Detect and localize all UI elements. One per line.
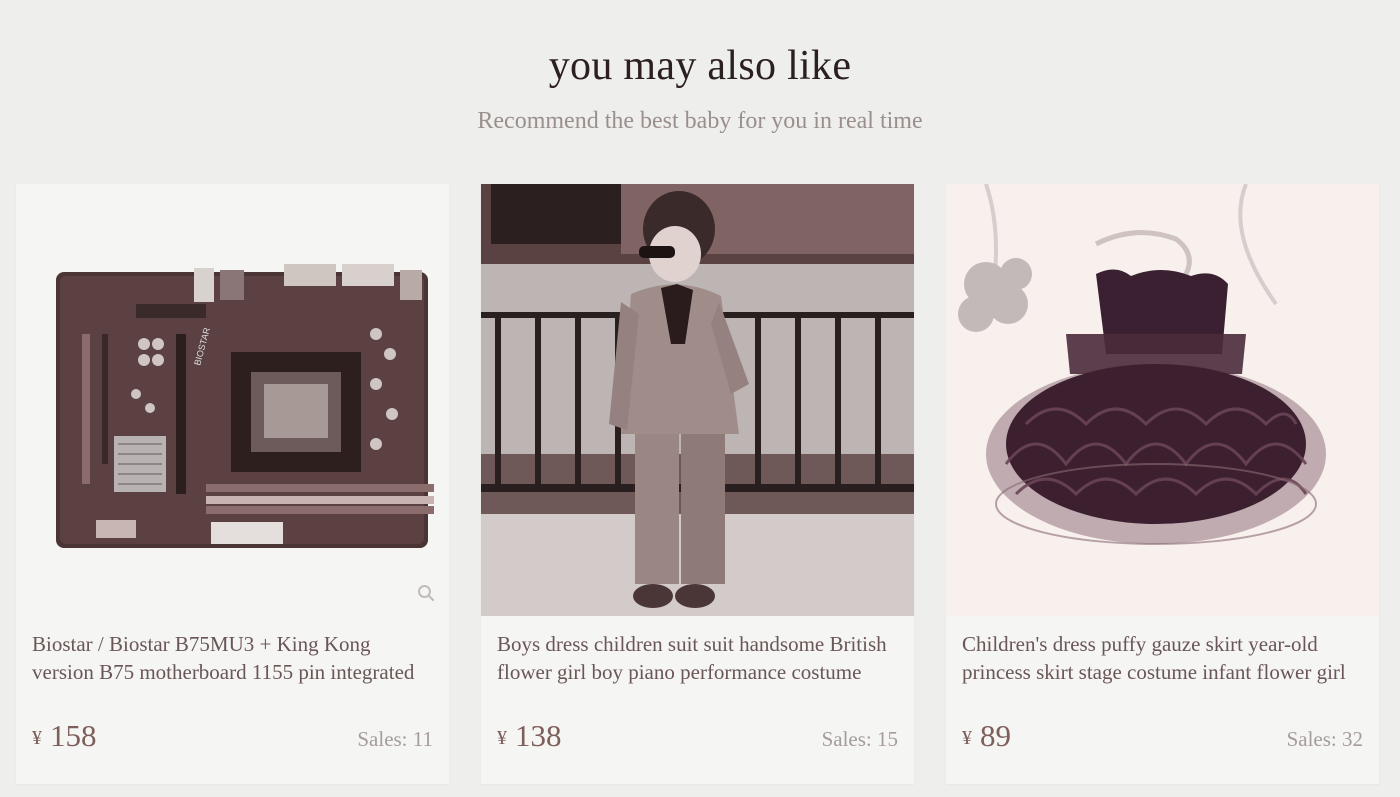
product-image[interactable] — [946, 184, 1379, 616]
product-card[interactable]: BIOSTAR Biostar / Biostar B75MU3 + King … — [16, 184, 449, 784]
currency-symbol: ¥ — [32, 727, 42, 749]
product-grid: BIOSTAR Biostar / Biostar B75MU3 + King … — [16, 184, 1384, 797]
product-title[interactable]: Children's dress puffy gauze skirt year-… — [962, 630, 1366, 686]
motherboard-image: BIOSTAR — [16, 184, 449, 616]
product-image[interactable] — [481, 184, 914, 616]
product-title[interactable]: Biostar / Biostar B75MU3 + King Kong ver… — [32, 630, 436, 686]
currency-symbol: ¥ — [497, 727, 507, 749]
price-value: 158 — [50, 718, 97, 753]
product-price: ¥138 — [497, 718, 562, 754]
currency-symbol: ¥ — [962, 727, 972, 749]
sales-count: Sales: 32 — [1286, 727, 1363, 751]
product-price: ¥158 — [32, 718, 97, 754]
section-title: you may also like — [548, 43, 852, 89]
sales-count: Sales: 11 — [357, 727, 433, 751]
zoom-icon[interactable] — [417, 584, 435, 602]
boy-suit-photo — [481, 184, 914, 616]
section-header: you may also like Recommend the best bab… — [0, 40, 1400, 136]
product-title[interactable]: Boys dress children suit suit handsome B… — [497, 630, 901, 686]
sales-count: Sales: 15 — [821, 727, 898, 751]
section-subtitle: Recommend the best baby for you in real … — [477, 108, 923, 134]
price-value: 89 — [980, 718, 1011, 753]
product-card[interactable]: Boys dress children suit suit handsome B… — [481, 184, 914, 784]
product-image[interactable]: BIOSTAR — [16, 184, 449, 616]
product-price: ¥89 — [962, 718, 1011, 754]
product-card[interactable]: Children's dress puffy gauze skirt year-… — [946, 184, 1379, 784]
tutu-dress-photo — [946, 184, 1379, 616]
price-value: 138 — [515, 718, 562, 753]
